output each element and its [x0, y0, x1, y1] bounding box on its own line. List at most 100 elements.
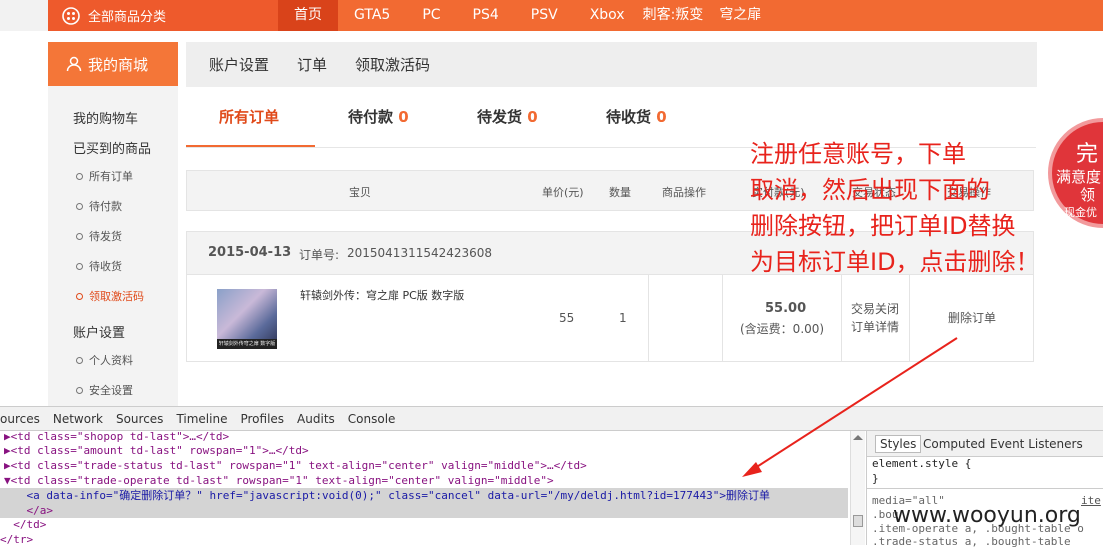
nav-xbox[interactable]: Xbox: [574, 0, 641, 31]
order-no: 2015041311542423608: [347, 246, 493, 260]
tab-network[interactable]: Network: [53, 412, 103, 426]
dom-line[interactable]: </td>: [0, 517, 46, 532]
watermark: www.wooyun.org: [893, 503, 1081, 528]
trade-status: 交易关闭: [851, 302, 900, 316]
nav-qiongzhifei[interactable]: 穹之扉: [711, 0, 769, 31]
tab-audits[interactable]: Audits: [297, 412, 335, 426]
tab-timeline[interactable]: Timeline: [176, 412, 227, 426]
circle-icon: [76, 232, 83, 240]
sidebar-item-pending-pay[interactable]: 待付款: [76, 198, 122, 214]
circle-icon: [76, 202, 83, 210]
sidebar-item-all-orders[interactable]: 所有订单: [76, 168, 133, 184]
divider: [648, 275, 649, 361]
order-detail-link[interactable]: 订单详情: [851, 318, 899, 335]
tab-count: 0: [527, 108, 538, 126]
elements-scrollbar[interactable]: [850, 431, 865, 545]
nav-assassin[interactable]: 刺客:叛变: [641, 0, 712, 31]
tab-event-listeners[interactable]: Event Listeners: [990, 437, 1083, 451]
nav-home[interactable]: 首页: [278, 0, 338, 31]
style-source-link[interactable]: ite: [1081, 494, 1101, 507]
tab-all-orders[interactable]: 所有订单: [186, 100, 315, 148]
user-icon: [66, 56, 82, 72]
nav-pc[interactable]: PC: [406, 0, 456, 31]
sidebar-item-label: 待发货: [89, 230, 122, 243]
sidebar-item-profile[interactable]: 个人资料: [76, 352, 133, 368]
col-qty: 数量: [609, 186, 631, 199]
col-item: 宝贝: [349, 186, 371, 199]
category-label: 全部商品分类: [88, 10, 167, 25]
sidebar: 我的购物车 已买到的商品 所有订单 待付款 待发货 待收货 领取激活码 账户设置…: [48, 86, 178, 406]
sidebar-item-label: 待收货: [89, 260, 122, 273]
dom-line[interactable]: </a>: [0, 503, 53, 518]
scroll-up-icon[interactable]: [853, 435, 863, 440]
elements-panel: ▶<td class="shopop td-last">…</td> ▶<td …: [0, 429, 865, 546]
style-selector: .trade-status a, .bought-table: [872, 535, 1071, 548]
sidebar-item-label: 待付款: [89, 200, 122, 213]
nav-psv[interactable]: PSV: [515, 0, 574, 31]
tab-pending-pay[interactable]: 待付款 0: [348, 100, 409, 148]
sidebar-item-pending-receive[interactable]: 待收货: [76, 258, 122, 274]
tab-activation-codes[interactable]: 领取激活码: [355, 54, 430, 75]
nav-gta5[interactable]: GTA5: [338, 0, 406, 31]
dom-line[interactable]: ▶<td class="amount td-last" rowspan="1">…: [4, 443, 309, 458]
total-paid: 55.00: [765, 301, 807, 316]
dom-line-selected[interactable]: <a data-info="确定删除订单？" href="javascript:…: [0, 488, 770, 503]
dom-line[interactable]: ▶<td class="shopop td-last">…</td>: [4, 429, 229, 444]
nav-ps4[interactable]: PS4: [457, 0, 515, 31]
sidebar-item-pending-ship[interactable]: 待发货: [76, 228, 122, 244]
divider: [722, 275, 723, 361]
sidebar-item-label: 领取激活码: [89, 290, 144, 303]
tab-sources[interactable]: Sources: [116, 412, 163, 426]
dom-line[interactable]: ▶<td class="trade-status td-last" rowspa…: [4, 458, 587, 473]
style-rule: element.style {: [872, 457, 972, 470]
dom-line[interactable]: ▼<td class="trade-operate td-last" rowsp…: [4, 473, 554, 488]
tab-pending-ship[interactable]: 待发货 0: [477, 100, 538, 148]
circle-icon: [76, 292, 83, 300]
tab-elements[interactable]: ources: [0, 412, 40, 426]
circle-icon: [76, 356, 83, 364]
sidebar-item-bought[interactable]: 已买到的商品: [73, 138, 151, 157]
styles-tabs: Styles Computed Event Listeners: [867, 431, 1103, 457]
tab-label: 待付款: [348, 108, 394, 126]
delete-order-button[interactable]: 删除订单: [948, 309, 996, 326]
tab-pending-receive[interactable]: 待收货 0: [606, 100, 667, 148]
sidebar-item-label: 个人资料: [89, 354, 133, 367]
col-ops: 商品操作: [662, 186, 706, 199]
tab-orders[interactable]: 订单: [297, 54, 327, 75]
sidebar-item-account[interactable]: 账户设置: [73, 322, 125, 341]
sidebar-item-cart[interactable]: 我的购物车: [73, 108, 138, 127]
annotation-line: 删除按钮，把订单ID替换: [750, 212, 1016, 240]
table-row: 轩辕剑外传：穹之扉 PC版 数字版 55 1 55.00 (含运费：0.00) …: [186, 275, 1034, 362]
divider: [841, 275, 842, 361]
tab-count: 0: [656, 108, 667, 126]
tab-label: 待发货: [477, 108, 523, 126]
style-rule: }: [872, 472, 879, 485]
product-name[interactable]: 轩辕剑外传：穹之扉 PC版 数字版: [300, 287, 464, 303]
sidebar-item-label: 安全设置: [89, 384, 133, 397]
sidebar-item-security[interactable]: 安全设置: [76, 382, 133, 398]
tab-styles[interactable]: Styles: [875, 435, 922, 453]
main-nav: 首页 GTA5 PC PS4 PSV Xbox 刺客:叛变 穹之扉: [278, 0, 1103, 31]
circle-icon: [76, 172, 83, 180]
annotation-line: 注册任意账号，下单: [750, 140, 966, 168]
divider: [867, 488, 1103, 489]
circle-icon: [76, 262, 83, 270]
tab-account-settings[interactable]: 账户设置: [209, 54, 269, 75]
annotation-line: 取消，然后出现下面的: [750, 176, 990, 204]
sidebar-item-label: 所有订单: [89, 170, 133, 183]
scroll-thumb[interactable]: [853, 515, 863, 527]
tab-profiles[interactable]: Profiles: [240, 412, 284, 426]
sidebar-item-activation[interactable]: 领取激活码: [76, 288, 144, 304]
thumb-caption: 轩辕剑外传穹之扉 数字版: [217, 339, 277, 349]
sidebar-title[interactable]: 我的商城: [48, 42, 178, 86]
tab-console[interactable]: Console: [348, 412, 396, 426]
col-price: 单价(元): [542, 186, 584, 199]
unit-price: 55: [559, 311, 575, 325]
tab-label: 待收货: [606, 108, 652, 126]
circle-icon: [76, 386, 83, 394]
quantity: 1: [619, 311, 627, 325]
category-menu[interactable]: 全部商品分类: [48, 0, 278, 31]
tab-computed[interactable]: Computed: [923, 437, 985, 451]
product-thumbnail[interactable]: 轩辕剑外传穹之扉 数字版: [217, 289, 277, 349]
annotation-line: 为目标订单ID，点击删除！: [750, 248, 1040, 276]
